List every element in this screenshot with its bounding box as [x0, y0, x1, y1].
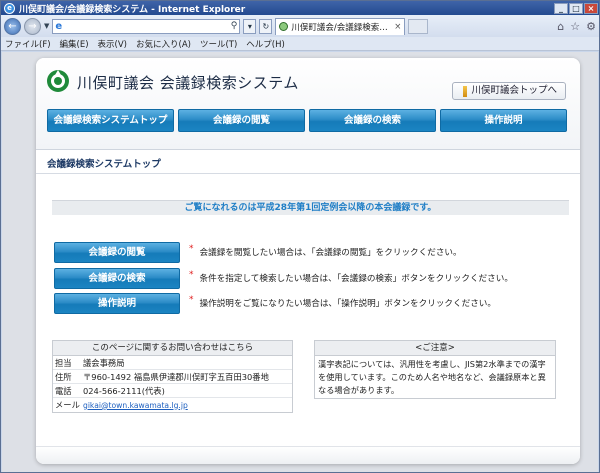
section-header: 会議録検索システムトップ	[36, 150, 580, 174]
minimize-button[interactable]: _	[554, 2, 568, 14]
contact-row: 電話 024-566-2111(代表)	[53, 384, 292, 398]
home-icon[interactable]: ⌂	[557, 20, 564, 33]
browse-description: 会議録を閲覧したい場合は、「会議録の閲覧」をクリックください。	[199, 248, 462, 258]
asterisk-mark: *	[189, 294, 194, 305]
browser-tab[interactable]: 川俣町議会/会議録検索シ... ×	[275, 17, 406, 35]
address-dropdown-icon[interactable]: ▾	[243, 18, 257, 34]
page-viewport: 川俣町議会 会議録検索システム 川俣町議会トップへ 会議録検索システムトップ 会…	[2, 52, 598, 472]
footer	[36, 446, 580, 464]
caution-heading: <ご注意>	[315, 341, 555, 356]
nav-browse-minutes[interactable]: 会議録の閲覧	[178, 109, 305, 132]
search-minutes-button[interactable]: 会議録の検索	[54, 267, 180, 289]
contact-row: メール gikai@town.kawamata.lg.jp	[55, 400, 188, 410]
favicon-icon	[279, 22, 289, 31]
nav-search-system-top[interactable]: 会議録検索システムトップ	[47, 109, 174, 132]
global-nav: 会議録検索システムトップ 会議録の閲覧 会議録の検索 操作説明	[47, 109, 567, 132]
maximize-button[interactable]: □	[569, 2, 583, 14]
browser-window: e 川俣町議会/会議録検索システム - Internet Explorer _ …	[0, 0, 600, 473]
caution-box: <ご注意> 漢字表記については、汎用性を考慮し、JIS第2水準までの漢字を使用し…	[314, 340, 556, 399]
window-title: 川俣町議会/会議録検索システム - Internet Explorer	[19, 4, 246, 15]
close-window-button[interactable]: ×	[584, 2, 598, 14]
search-icon[interactable]: ⚲	[231, 21, 238, 31]
contact-row: 担当 議会事務局	[53, 356, 292, 370]
caution-text: 漢字表記については、汎用性を考慮し、JIS第2水準までの漢字を使用しています。こ…	[318, 359, 546, 395]
menu-bar: ファイル(F) 編集(E) 表示(V) お気に入り(A) ツール(T) ヘルプ(…	[1, 37, 599, 51]
contact-heading: このページに関するお問い合わせはこちら	[53, 341, 292, 356]
menu-tools[interactable]: ツール(T)	[200, 38, 237, 50]
new-tab-button[interactable]	[408, 18, 429, 34]
town-logo-icon	[47, 70, 69, 92]
close-tab-icon[interactable]: ×	[394, 22, 401, 32]
page-icon: e	[55, 20, 63, 32]
site-header: 川俣町議会 会議録検索システム 川俣町議会トップへ 会議録検索システムトップ 会…	[36, 58, 580, 150]
menu-help[interactable]: ヘルプ(H)	[246, 38, 285, 50]
menu-file[interactable]: ファイル(F)	[5, 38, 51, 50]
menu-favorites[interactable]: お気に入り(A)	[136, 38, 191, 50]
menu-view[interactable]: 表示(V)	[98, 38, 127, 50]
gear-icon[interactable]: ⚙	[586, 20, 596, 33]
action-row-search: 会議録の検索 * 条件を指定して検索したい場合は、「会議録の検索」ボタンをクリッ…	[54, 267, 513, 289]
address-bar[interactable]: e ⚲	[52, 18, 241, 34]
refresh-icon[interactable]: ↻	[259, 18, 273, 34]
instructions-button[interactable]: 操作説明	[54, 292, 180, 314]
contact-box: このページに関するお問い合わせはこちら 担当 議会事務局 住所 〒960-149…	[52, 340, 293, 413]
notice-banner: ご覧になれるのは平成28年第1回定例会以降の本会議録です。	[52, 200, 569, 215]
back-arrow-icon[interactable]: ←	[4, 17, 21, 35]
browser-tools: ⌂ ☆ ⚙	[557, 20, 596, 33]
council-top-link[interactable]: 川俣町議会トップへ	[452, 82, 566, 100]
menu-edit[interactable]: 編集(E)	[60, 38, 89, 50]
forward-arrow-icon[interactable]: →	[24, 17, 41, 35]
asterisk-mark: *	[189, 243, 194, 254]
contact-row: 住所 〒960-1492 福島県伊達郡川俣町字五百田30番地	[53, 370, 292, 384]
ie-logo-icon: e	[4, 2, 15, 14]
nav-search-minutes[interactable]: 会議録の検索	[309, 109, 436, 132]
search-description: 条件を指定して検索したい場合は、「会議録の検索」ボタンをクリックください。	[199, 274, 513, 284]
instructions-description: 操作説明をご覧になりたい場合は、「操作説明」ボタンをクリックください。	[199, 299, 496, 309]
address-row: ← → ▼ e ⚲ ▾ ↻ 川俣町議会/会議録検索シ... × ⌂ ☆ ⚙	[1, 15, 599, 37]
browse-minutes-button[interactable]: 会議録の閲覧	[54, 241, 180, 263]
site-title: 川俣町議会 会議録検索システム	[77, 74, 299, 92]
history-dropdown-icon[interactable]: ▼	[44, 22, 49, 30]
email-link[interactable]: gikai@town.kawamata.lg.jp	[83, 401, 188, 410]
title-bar: e 川俣町議会/会議録検索システム - Internet Explorer _ …	[1, 1, 599, 15]
section-title: 会議録検索システムトップ	[47, 159, 161, 170]
nav-instructions[interactable]: 操作説明	[440, 109, 567, 132]
asterisk-mark: *	[189, 269, 194, 280]
favorites-star-icon[interactable]: ☆	[570, 20, 580, 33]
action-row-help: 操作説明 * 操作説明をご覧になりたい場合は、「操作説明」ボタンをクリックくださ…	[54, 292, 496, 314]
action-row-browse: 会議録の閲覧 * 会議録を閲覧したい場合は、「会議録の閲覧」をクリックください。	[54, 241, 462, 263]
page-panel: 川俣町議会 会議録検索システム 川俣町議会トップへ 会議録検索システムトップ 会…	[36, 58, 580, 464]
link-marker-icon	[463, 85, 468, 97]
